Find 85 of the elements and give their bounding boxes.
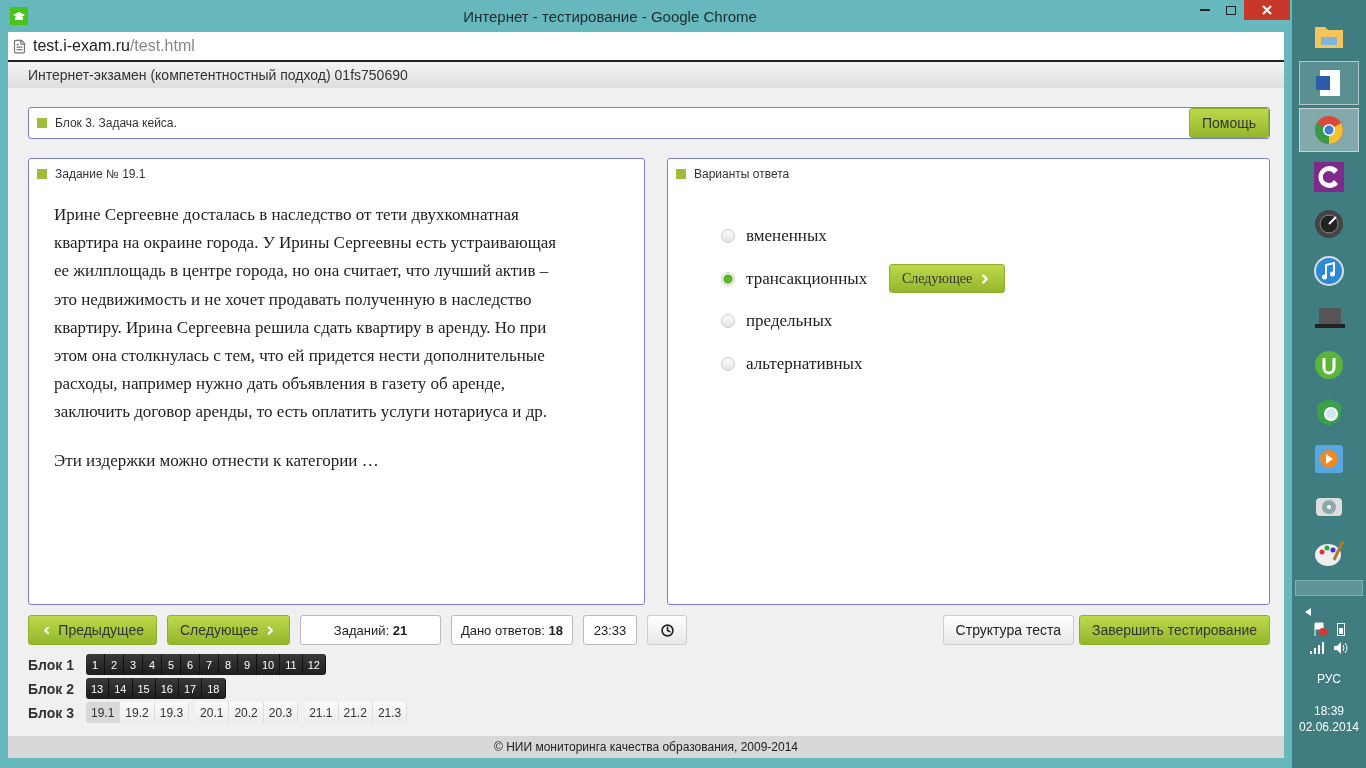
page-icon — [12, 38, 27, 54]
next-button[interactable]: Следующее — [167, 615, 290, 645]
signal-icon[interactable] — [1310, 642, 1324, 654]
block-label: Блок 3 — [28, 704, 75, 721]
answers-counter: Дано ответов: 18 — [451, 615, 573, 645]
question-tab[interactable]: 6 — [181, 654, 200, 675]
question-tab[interactable]: 21.3 — [372, 702, 408, 723]
taskbar-app[interactable] — [1299, 61, 1359, 105]
clock-icon — [660, 623, 674, 637]
address-bar[interactable]: test.i-exam.ru/test.html — [8, 32, 1284, 62]
flag-icon[interactable] — [1313, 622, 1327, 636]
question-tab[interactable]: 12 — [302, 654, 326, 675]
question-tab[interactable]: 4 — [143, 654, 162, 675]
question-tab[interactable]: 14 — [109, 678, 133, 699]
task-text: Эти издержки можно отнести к категории … — [54, 449, 380, 472]
music-icon — [1314, 256, 1344, 286]
structure-button[interactable]: Структура теста — [942, 615, 1074, 645]
speaker-icon[interactable] — [1334, 642, 1348, 654]
app-logo-icon — [10, 7, 28, 25]
question-tab[interactable]: 19.1 — [86, 702, 121, 723]
clock-button[interactable] — [647, 615, 687, 645]
task-title: Задание № 19.1 — [55, 167, 146, 181]
question-tab[interactable]: 13 — [86, 678, 110, 699]
clock-time[interactable]: 18:39 — [1314, 704, 1344, 718]
shield-icon — [1314, 397, 1344, 427]
question-tab[interactable]: 20.2 — [229, 702, 264, 723]
maximize-icon — [1226, 5, 1236, 15]
window-title: Интернет - тестирование - Google Chrome — [462, 7, 758, 25]
square-icon — [37, 118, 47, 128]
question-tab[interactable]: 1 — [86, 654, 105, 675]
minimize-icon — [1200, 9, 1210, 11]
battery-icon[interactable] — [1337, 622, 1345, 636]
question-tab[interactable]: 20.3 — [263, 702, 299, 723]
question-tab[interactable]: 20.1 — [195, 702, 230, 723]
finish-button[interactable]: Завершить тестирование — [1079, 615, 1270, 645]
question-tab[interactable]: 5 — [162, 654, 181, 675]
question-tab[interactable]: 18 — [202, 678, 226, 699]
question-tab[interactable]: 17 — [179, 678, 203, 699]
question-tab[interactable]: 21.2 — [338, 702, 373, 723]
tasks-counter: Заданий: 21 — [300, 615, 441, 645]
task-text: Ирине Сергеевне досталась в наследство от тети двухкомнатная квартира на окраине города. У Ирины Сергеевны есть устраивающая ее жилплощадь в центре города, но она считает, что лучший актив – это недвижимость и не хочет продавать полученную в наследство квартиру. Ирина Сергеевна решила сдать квартиру в аренду. Но при этом она столкнулась с тем, что ей придется нести дополнительные расходы, например нужно дать объявления в газету об аренде, заключить договор аренды, то есть оплатить услуги нотариуса и др. — [54, 204, 558, 424]
close-button[interactable] — [1244, 0, 1290, 20]
next-button[interactable]: Следующее — [889, 264, 1006, 294]
tile-icon — [1314, 162, 1344, 192]
question-tab[interactable]: 21.1 — [304, 702, 339, 723]
question-tab[interactable]: 19.3 — [154, 702, 190, 723]
block-label: Блок 2 — [28, 680, 75, 697]
previous-button[interactable]: Предыдущее — [28, 615, 157, 645]
play-icon — [1315, 445, 1343, 473]
square-icon — [37, 169, 47, 179]
caret-left-icon[interactable] — [1304, 608, 1311, 616]
globe-icon — [1314, 115, 1344, 145]
question-tab[interactable]: 15 — [132, 678, 156, 699]
block-label: Блок 1 — [28, 656, 75, 673]
close-icon — [1262, 5, 1272, 15]
answer-option[interactable]: предельных — [746, 311, 889, 332]
radio-button[interactable] — [721, 314, 735, 329]
question-tab[interactable]: 2 — [105, 654, 124, 675]
radio-button[interactable] — [721, 356, 735, 371]
language-indicator[interactable]: РУС — [1317, 672, 1341, 686]
help-button[interactable]: Помощь — [1188, 108, 1269, 138]
question-tab[interactable]: 8 — [219, 654, 238, 675]
answer-option[interactable]: альтернативных — [746, 353, 889, 374]
knob-icon — [1314, 209, 1344, 239]
answers-title: Варианты ответа — [694, 167, 790, 181]
block-title: Блок 3. Задача кейса. — [55, 116, 177, 130]
question-tab[interactable]: 7 — [200, 654, 219, 675]
exam-header: Интернет-экзамен (компетентностный подход) 01fs750690 — [8, 62, 1284, 88]
radio-button[interactable] — [721, 229, 735, 244]
scrollbar[interactable] — [1295, 580, 1363, 596]
question-tab[interactable]: 19.2 — [120, 702, 155, 723]
square-icon — [676, 169, 686, 179]
question-tab[interactable]: 9 — [238, 654, 257, 675]
footer: © НИИ мониторинга качества образования, 2009-2014 — [8, 736, 1284, 758]
answer-option[interactable]: вмененных — [746, 226, 889, 247]
palette-icon — [1314, 538, 1344, 568]
question-tab[interactable]: 10 — [257, 654, 281, 675]
answer-option[interactable]: трансакционных — [746, 268, 889, 289]
question-tab[interactable]: 3 — [124, 654, 143, 675]
radio-button[interactable] — [721, 271, 735, 286]
clock-date[interactable]: 02.06.2014 — [1298, 720, 1360, 734]
question-tab[interactable]: 11 — [280, 654, 303, 675]
question-tab[interactable]: 16 — [155, 678, 179, 699]
url-text: test.i-exam.ru/test.html — [33, 37, 195, 55]
timer: 23:33 — [583, 615, 637, 645]
